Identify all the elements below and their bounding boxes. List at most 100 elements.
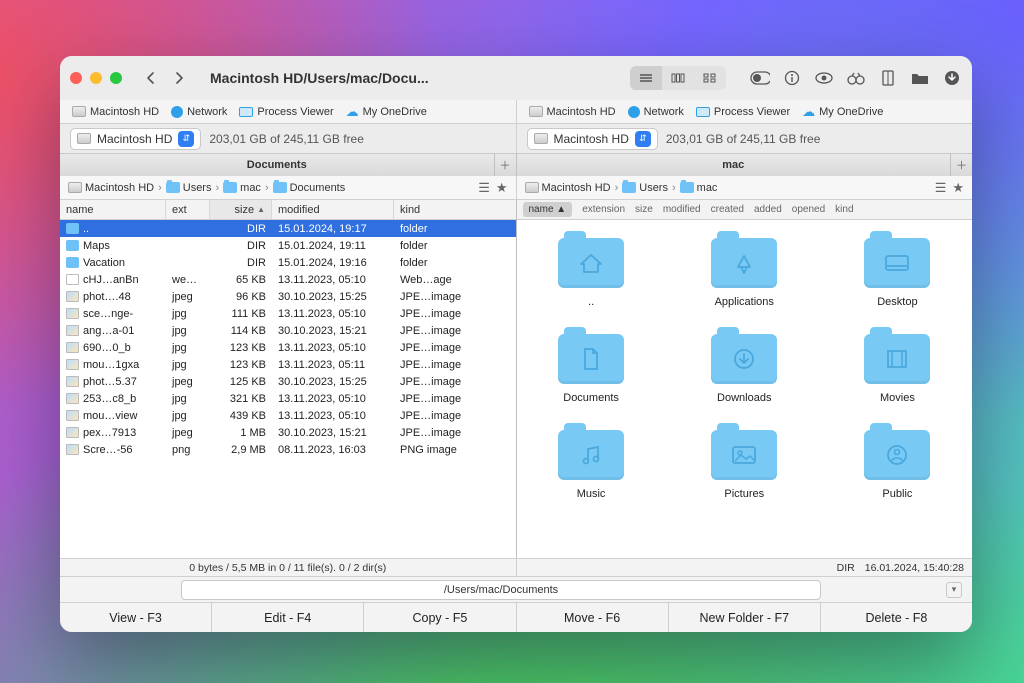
- table-row[interactable]: Vacation DIR 15.01.2024, 19:16 folder: [60, 254, 516, 271]
- favorite-item[interactable]: ☁My OneDrive: [802, 104, 883, 120]
- table-row[interactable]: 690…0_b jpg 123 KB 13.11.2023, 05:10 JPE…: [60, 339, 516, 356]
- drive-selector-right[interactable]: Macintosh HD ⇵: [527, 128, 658, 150]
- close-button[interactable]: [70, 72, 82, 84]
- grid-column-modified[interactable]: modified: [663, 204, 701, 215]
- table-row[interactable]: pex…7913 jpeg 1 MB 30.10.2023, 15:21 JPE…: [60, 424, 516, 441]
- file-modified: 30.10.2023, 15:21: [272, 427, 394, 439]
- view-list-button[interactable]: [630, 66, 662, 90]
- table-row[interactable]: phot…5.37 jpeg 125 KB 30.10.2023, 15:25 …: [60, 373, 516, 390]
- path-toggle-button[interactable]: ▾: [946, 582, 962, 598]
- favorite-item[interactable]: Network: [171, 106, 227, 118]
- grid-item[interactable]: Desktop: [833, 238, 962, 308]
- file-modified: 30.10.2023, 15:25: [272, 291, 394, 303]
- breadcrumb-item[interactable]: Documents: [273, 182, 346, 194]
- breadcrumb-item[interactable]: Macintosh HD: [68, 182, 154, 194]
- table-row[interactable]: phot….48 jpeg 96 KB 30.10.2023, 15:25 JP…: [60, 288, 516, 305]
- grid-column-added[interactable]: added: [754, 204, 782, 215]
- nav-forward-button[interactable]: [166, 66, 192, 90]
- list-mode-icon[interactable]: ☰: [935, 180, 947, 196]
- grid-column-kind[interactable]: kind: [835, 204, 853, 215]
- breadcrumb-label: mac: [697, 182, 718, 194]
- nav-back-button[interactable]: [138, 66, 164, 90]
- grid-item[interactable]: Applications: [680, 238, 809, 308]
- grid-item[interactable]: Documents: [527, 334, 656, 404]
- zoom-button[interactable]: [110, 72, 122, 84]
- column-size[interactable]: size▲: [210, 200, 272, 219]
- drive-selector-left[interactable]: Macintosh HD ⇵: [70, 128, 201, 150]
- table-row[interactable]: ang…a-01 jpg 114 KB 30.10.2023, 15:21 JP…: [60, 322, 516, 339]
- fn-edit-button[interactable]: Edit - F4: [212, 603, 364, 632]
- preview-icon[interactable]: [814, 68, 834, 88]
- new-tab-button[interactable]: ＋: [494, 154, 516, 176]
- tab-button[interactable]: Documents: [60, 159, 494, 171]
- favorite-label: My OneDrive: [819, 106, 883, 118]
- list-mode-icon[interactable]: ☰: [478, 180, 490, 196]
- table-row[interactable]: 253…c8_b jpg 321 KB 13.11.2023, 05:10 JP…: [60, 390, 516, 407]
- breadcrumb-item[interactable]: mac: [223, 182, 261, 194]
- grid-item[interactable]: Music: [527, 430, 656, 500]
- table-row[interactable]: sce…nge- jpg 111 KB 13.11.2023, 05:10 JP…: [60, 305, 516, 322]
- grid-item[interactable]: Movies: [833, 334, 962, 404]
- fn-newfolder-button[interactable]: New Folder - F7: [669, 603, 821, 632]
- view-grid-button[interactable]: [694, 66, 726, 90]
- fn-copy-button[interactable]: Copy - F5: [364, 603, 516, 632]
- column-kind[interactable]: kind: [394, 200, 516, 219]
- fn-view-button[interactable]: View - F3: [60, 603, 212, 632]
- fn-delete-button[interactable]: Delete - F8: [821, 603, 972, 632]
- toolbar-icons: [750, 68, 962, 88]
- grid-item[interactable]: Public: [833, 430, 962, 500]
- table-row[interactable]: Scre…-56 png 2,9 MB 08.11.2023, 16:03 PN…: [60, 441, 516, 458]
- favorites-bar: Macintosh HD Network Process Viewer ☁My One…: [60, 100, 972, 124]
- tab-button[interactable]: mac: [517, 159, 951, 171]
- info-icon[interactable]: [782, 68, 802, 88]
- table-row[interactable]: mou…1gxa jpg 123 KB 13.11.2023, 05:11 JP…: [60, 356, 516, 373]
- binoculars-icon[interactable]: [846, 68, 866, 88]
- file-kind: JPE…image: [394, 325, 516, 337]
- grid-column-created[interactable]: created: [711, 204, 744, 215]
- column-name[interactable]: name: [60, 200, 166, 219]
- fn-move-button[interactable]: Move - F6: [517, 603, 669, 632]
- favorite-item[interactable]: Macintosh HD: [72, 106, 159, 118]
- favorite-item[interactable]: Network: [628, 106, 684, 118]
- file-ext: we…: [166, 274, 210, 286]
- download-icon[interactable]: [942, 68, 962, 88]
- grid-body[interactable]: .. Applications Desktop Documents Downlo…: [517, 220, 973, 558]
- table-row[interactable]: mou…view jpg 439 KB 13.11.2023, 05:10 JP…: [60, 407, 516, 424]
- breadcrumb-item[interactable]: Users: [166, 182, 212, 194]
- archive-icon[interactable]: [878, 68, 898, 88]
- list-body[interactable]: .. DIR 15.01.2024, 19:17 folder Maps DIR…: [60, 220, 516, 558]
- grid-item-label: Music: [577, 488, 606, 500]
- minimize-button[interactable]: [90, 72, 102, 84]
- breadcrumb-item[interactable]: Macintosh HD: [525, 182, 611, 194]
- column-ext[interactable]: ext: [166, 200, 210, 219]
- folder-icon: [66, 257, 79, 268]
- favorite-item[interactable]: Macintosh HD: [529, 106, 616, 118]
- table-row[interactable]: .. DIR 15.01.2024, 19:17 folder: [60, 220, 516, 237]
- favorite-item[interactable]: Process Viewer: [239, 106, 333, 118]
- grid-column-opened[interactable]: opened: [792, 204, 825, 215]
- file-name: 690…0_b: [83, 342, 131, 354]
- table-row[interactable]: cHJ…anBn we… 65 KB 13.11.2023, 05:10 Web…: [60, 271, 516, 288]
- toggle-switch-icon[interactable]: [750, 68, 770, 88]
- table-row[interactable]: Maps DIR 15.01.2024, 19:11 folder: [60, 237, 516, 254]
- grid-column-size[interactable]: size: [635, 204, 653, 215]
- favorite-item[interactable]: Process Viewer: [696, 106, 790, 118]
- grid-item[interactable]: ..: [527, 238, 656, 308]
- star-icon[interactable]: ★: [952, 180, 964, 196]
- breadcrumb-item[interactable]: Users: [622, 182, 668, 194]
- function-bar: View - F3 Edit - F4 Copy - F5 Move - F6 …: [60, 602, 972, 632]
- chevron-right-icon: ›: [158, 182, 162, 194]
- grid-item[interactable]: Downloads: [680, 334, 809, 404]
- grid-item[interactable]: Pictures: [680, 430, 809, 500]
- star-icon[interactable]: ★: [496, 180, 508, 196]
- grid-column-name[interactable]: name ▲: [523, 202, 573, 217]
- grid-column-extension[interactable]: extension: [582, 204, 625, 215]
- column-modified[interactable]: modified: [272, 200, 394, 219]
- folder-icon[interactable]: [910, 68, 930, 88]
- favorite-item[interactable]: ☁My OneDrive: [346, 104, 427, 120]
- breadcrumb-item[interactable]: mac: [680, 182, 718, 194]
- new-tab-button[interactable]: ＋: [950, 154, 972, 176]
- path-input[interactable]: /Users/mac/Documents: [181, 580, 821, 600]
- public-glyph-icon: [864, 430, 930, 480]
- view-columns-button[interactable]: [662, 66, 694, 90]
